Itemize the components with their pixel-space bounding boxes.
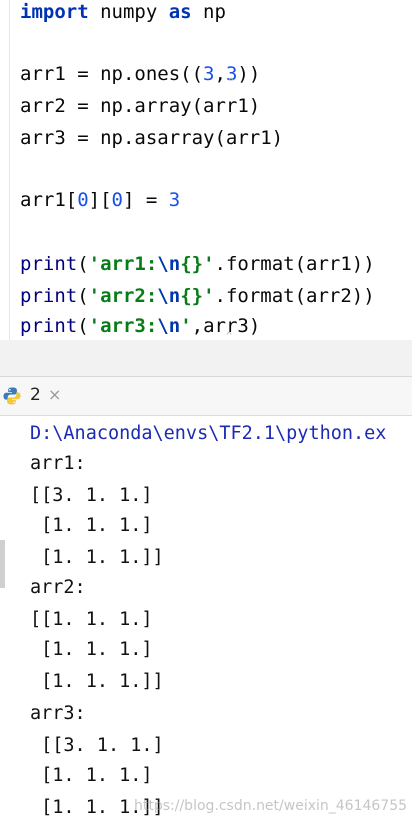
code-token: print — [20, 315, 78, 337]
panel-splitter[interactable] — [0, 340, 412, 377]
code-token: np — [191, 1, 226, 23]
console-interpreter-path: D:\Anaconda\envs\TF2.1\python.ex — [30, 423, 387, 444]
console-gutter-marker — [0, 540, 5, 588]
code-token: arr1 = np.ones(( — [20, 63, 204, 85]
code-line[interactable]: arr1 = np.ones((3,3)) — [20, 62, 260, 86]
code-token: 0 — [111, 189, 123, 211]
code-line[interactable]: print('arr3:\n',arr3) — [20, 314, 260, 338]
console-line: [1. 1. 1.] — [30, 639, 153, 660]
code-token: \n — [157, 253, 181, 275]
code-token: print — [20, 285, 78, 307]
code-token: 0 — [77, 189, 89, 211]
code-line[interactable]: arr3 = np.asarray(arr1) — [20, 126, 283, 150]
code-token: arr3 = np.asarray(arr1) — [20, 127, 284, 149]
console-line: [1. 1. 1.] — [30, 765, 153, 786]
code-token: arr1[ — [20, 189, 78, 211]
code-token: {}' — [180, 285, 215, 307]
editor-gutter — [9, 0, 10, 340]
console-line: arr2: — [30, 577, 86, 598]
code-line[interactable]: arr2 = np.array(arr1) — [20, 94, 260, 118]
code-token: 'arr3: — [88, 315, 158, 337]
code-token: 3 — [168, 189, 181, 211]
python-icon — [3, 387, 21, 405]
code-token: ( — [77, 285, 89, 307]
console-line: [[3. 1. 1.] — [30, 735, 164, 756]
inlay-hint-marker: ^ — [228, 77, 235, 88]
close-icon[interactable]: × — [48, 385, 61, 404]
console-line: [[1. 1. 1.] — [30, 609, 153, 630]
code-token: ] = — [123, 189, 169, 211]
code-token: .format(arr1)) — [214, 253, 375, 275]
code-token: \n — [157, 285, 181, 307]
code-token: 'arr2: — [88, 285, 158, 307]
code-token: ][ — [88, 189, 112, 211]
code-token: ( — [77, 315, 89, 337]
run-tab-bar: 2 × — [0, 377, 412, 416]
code-token: .format(arr2)) — [214, 285, 375, 307]
code-token: 'arr1: — [88, 253, 158, 275]
code-line[interactable]: print('arr1:\n{}'.format(arr1)) — [20, 252, 375, 276]
code-token: numpy — [88, 1, 169, 23]
console-line: arr1: — [30, 453, 86, 474]
console-line: [1. 1. 1.] — [30, 515, 153, 536]
code-token: import — [20, 1, 89, 23]
inlay-hint-marker: ^ — [226, 331, 233, 341]
code-editor[interactable]: import numpy as np arr1 = np.ones((3,3)) a… — [0, 0, 412, 340]
code-token: \n — [157, 315, 181, 337]
code-token: 3 — [203, 63, 215, 85]
code-token: as — [168, 1, 192, 23]
console-line: arr3: — [30, 703, 86, 724]
code-token: {}' — [180, 253, 215, 275]
code-token: print — [20, 253, 78, 275]
code-line[interactable]: arr1[0][0] = 3 — [20, 188, 180, 212]
code-token: )) — [237, 63, 261, 85]
console-line: [1. 1. 1.]] — [30, 547, 164, 568]
code-token: ' — [180, 315, 192, 337]
code-token: ( — [77, 253, 89, 275]
run-tab-label: 2 — [30, 385, 41, 405]
code-line[interactable]: import numpy as np — [20, 0, 226, 24]
code-token: , — [214, 63, 226, 85]
run-console[interactable]: D:\Anaconda\envs\TF2.1\python.ex arr1: [[3… — [0, 416, 412, 830]
console-line: [1. 1. 1.]] — [30, 671, 164, 692]
code-line[interactable]: print('arr2:\n{}'.format(arr2)) — [20, 284, 375, 308]
code-token: arr2 = np.array(arr1) — [20, 95, 261, 117]
watermark: https://blog.csdn.net/weixin_46146755 — [134, 798, 408, 814]
run-tab[interactable]: 2 × — [0, 377, 70, 415]
console-line: [[3. 1. 1.] — [30, 485, 153, 506]
